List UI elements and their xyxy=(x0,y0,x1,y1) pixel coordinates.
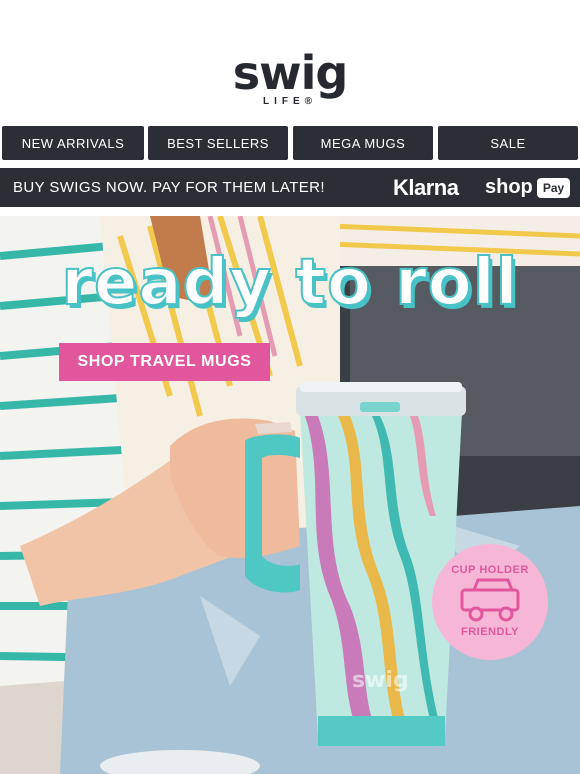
mug-brand-mark: swig xyxy=(352,668,409,693)
logo-wordmark: swig xyxy=(232,46,349,100)
nav-mega-mugs[interactable]: MEGA MUGS xyxy=(293,126,433,160)
pay-later-banner[interactable]: BUY SWIGS NOW. PAY FOR THEM LATER! Klarn… xyxy=(0,168,580,207)
shop-pay-logo: shop xyxy=(485,176,533,198)
badge-text-bottom: FRIENDLY xyxy=(461,626,519,638)
jeep-icon xyxy=(460,578,520,622)
main-nav: NEW ARRIVALS BEST SELLERS MEGA MUGS SALE xyxy=(2,126,578,160)
header: swig LIFE® xyxy=(0,0,580,126)
pay-badge: Pay xyxy=(537,178,570,198)
email-page: swig LIFE® NEW ARRIVALS BEST SELLERS MEG… xyxy=(0,0,580,774)
cup-holder-friendly-badge: CUP HOLDER FRIENDLY xyxy=(432,544,548,660)
nav-new-arrivals[interactable]: NEW ARRIVALS xyxy=(2,126,144,160)
hero-image[interactable]: ready to roll SHOP TRAVEL MUGS swig CUP … xyxy=(0,216,580,774)
shop-travel-mugs-button[interactable]: SHOP TRAVEL MUGS xyxy=(59,343,270,381)
nav-sale[interactable]: SALE xyxy=(438,126,578,160)
banner-text: BUY SWIGS NOW. PAY FOR THEM LATER! xyxy=(13,179,325,196)
klarna-logo: Klarna xyxy=(393,175,459,200)
logo-subtext: LIFE® xyxy=(262,96,318,107)
nav-best-sellers[interactable]: BEST SELLERS xyxy=(148,126,288,160)
swig-life-logo[interactable]: swig xyxy=(0,50,580,96)
hero-headline: ready to roll xyxy=(60,245,519,321)
